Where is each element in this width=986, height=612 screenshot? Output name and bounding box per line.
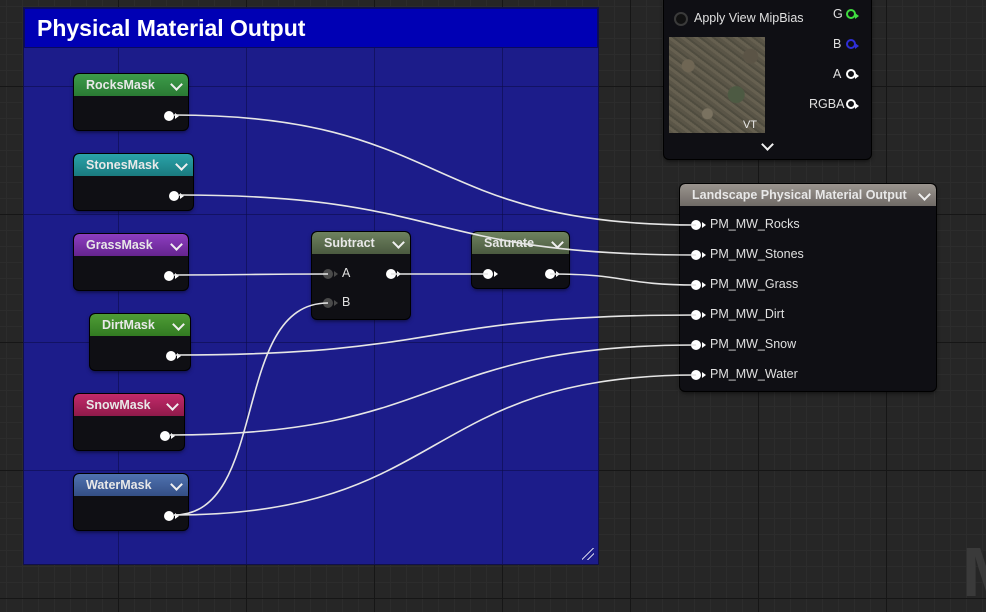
wire-grass-to-subtract — [173, 273, 329, 276]
wire-rocks — [173, 114, 697, 226]
watermark-text: M — [962, 532, 986, 612]
wire-saturate-to-grass — [549, 273, 697, 286]
wire-dirt — [175, 314, 697, 356]
wire-water-to-b — [173, 302, 329, 516]
wire-snow — [169, 344, 697, 436]
wire-stones — [178, 194, 697, 256]
connection-wires — [169, 114, 697, 516]
wire-water — [173, 374, 697, 516]
